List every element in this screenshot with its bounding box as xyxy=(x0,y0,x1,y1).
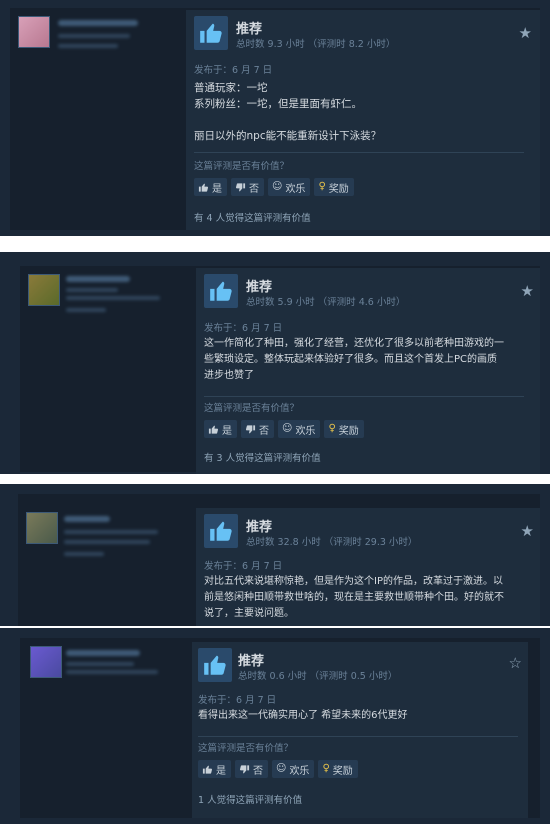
vote-buttons: 是 否 ☺ 欢乐 ♀ 奖励 xyxy=(204,420,364,438)
review-card-1: 推荐 总时数 9.3 小时 （评测时 8.2 小时） ★ 发布于：6 月 7 日… xyxy=(0,0,550,236)
reviewer-stats xyxy=(66,308,106,312)
vote-no-button[interactable]: 否 xyxy=(235,760,268,778)
review-body-panel: 推荐 总时数 0.6 小时 （评测时 0.5 小时） ☆ 发布于：6 月 7 日… xyxy=(192,642,528,818)
helpful-count: 有 3 人觉得这篇评测有价值 xyxy=(204,453,321,464)
avatar[interactable] xyxy=(18,16,50,48)
reviewer-stats xyxy=(66,662,134,666)
helpful-question: 这篇评测是否有价值？ xyxy=(198,743,294,754)
thumbs-up-icon xyxy=(208,425,219,434)
vote-funny-label: 欢乐 xyxy=(289,765,310,777)
award-label: 奖励 xyxy=(338,425,359,437)
posted-date: 发布于：6 月 7 日 xyxy=(204,323,283,334)
divider xyxy=(204,396,524,397)
thumbs-up-icon xyxy=(202,765,213,774)
review-body-panel: 推荐 总时数 32.8 小时 （评测时 29.3 小时） ★ 发布于：6 月 7… xyxy=(196,508,540,626)
award-button[interactable]: ♀ 奖励 xyxy=(314,178,354,196)
review-card-2: 推荐 总时数 5.9 小时 （评测时 4.6 小时） ★ 发布于：6 月 7 日… xyxy=(0,252,550,474)
smiley-icon: ☺ xyxy=(282,423,293,434)
playtime: 总时数 5.9 小时 （评测时 4.6 小时） xyxy=(246,297,406,308)
helpful-question: 这篇评测是否有价值？ xyxy=(194,161,290,172)
reviewer-stats xyxy=(64,540,150,544)
playtime: 总时数 0.6 小时 （评测时 0.5 小时） xyxy=(238,671,398,682)
review-body-panel: 推荐 总时数 5.9 小时 （评测时 4.6 小时） ★ 发布于：6 月 7 日… xyxy=(196,268,540,474)
posted-date: 发布于：6 月 7 日 xyxy=(194,65,273,76)
thumbs-up-icon xyxy=(198,648,232,682)
star-outline-icon[interactable]: ☆ xyxy=(509,654,522,672)
review-verdict: 推荐 xyxy=(246,280,273,295)
vote-yes-label: 是 xyxy=(212,183,222,195)
award-label: 奖励 xyxy=(328,183,349,195)
review-body-panel: 推荐 总时数 9.3 小时 （评测时 8.2 小时） ★ 发布于：6 月 7 日… xyxy=(186,10,540,230)
reviewer-stats xyxy=(64,530,158,534)
award-button[interactable]: ♀ 奖励 xyxy=(318,760,358,778)
star-icon[interactable]: ★ xyxy=(521,522,534,540)
vote-yes-label: 是 xyxy=(222,425,232,437)
reviewer-stats xyxy=(66,288,118,292)
playtime: 总时数 32.8 小时 （评测时 29.3 小时） xyxy=(246,537,418,548)
thumbs-up-icon xyxy=(204,514,238,548)
posted-date: 发布于：6 月 7 日 xyxy=(198,695,277,706)
helpful-count: 有 4 人觉得这篇评测有价值 xyxy=(194,213,311,224)
vote-funny-label: 欢乐 xyxy=(285,183,306,195)
thumbs-down-icon xyxy=(239,764,250,773)
reviewer-name[interactable] xyxy=(66,650,140,656)
review-verdict: 推荐 xyxy=(236,22,263,37)
smiley-icon: ☺ xyxy=(272,181,283,192)
reviewer-name[interactable] xyxy=(64,516,110,522)
avatar[interactable] xyxy=(28,274,60,306)
vote-no-button[interactable]: 否 xyxy=(241,420,274,438)
thumbs-up-icon xyxy=(204,274,238,308)
review-verdict: 推荐 xyxy=(246,520,273,535)
vote-funny-label: 欢乐 xyxy=(295,425,316,437)
reviewer-stats xyxy=(66,670,158,674)
thumbs-down-icon xyxy=(245,424,256,433)
reviewer-name[interactable] xyxy=(58,20,138,26)
award-icon: ♀ xyxy=(322,763,330,774)
divider xyxy=(194,152,524,153)
vote-yes-button[interactable]: 是 xyxy=(194,178,227,196)
award-label: 奖励 xyxy=(332,765,353,777)
thumbs-down-icon xyxy=(235,182,246,191)
review-text: 这一作简化了种田，强化了经营，还优化了很多以前老种田游戏的一 些繁琐设定。整体玩… xyxy=(204,338,504,381)
award-icon: ♀ xyxy=(318,181,326,192)
reviewer-stats xyxy=(58,44,118,48)
smiley-icon: ☺ xyxy=(276,763,287,774)
vote-yes-button[interactable]: 是 xyxy=(198,760,231,778)
divider xyxy=(198,736,518,737)
award-icon: ♀ xyxy=(328,423,336,434)
reviewer-name[interactable] xyxy=(66,276,130,282)
star-icon[interactable]: ★ xyxy=(521,282,534,300)
vote-buttons: 是 否 ☺ 欢乐 ♀ 奖励 xyxy=(198,760,358,778)
avatar[interactable] xyxy=(30,646,62,678)
vote-no-label: 否 xyxy=(259,425,269,437)
review-card-3: 推荐 总时数 32.8 小时 （评测时 29.3 小时） ★ 发布于：6 月 7… xyxy=(0,484,550,626)
reviewer-stats xyxy=(58,34,130,38)
reviewer-stats xyxy=(64,552,104,556)
award-button[interactable]: ♀ 奖励 xyxy=(324,420,364,438)
playtime: 总时数 9.3 小时 （评测时 8.2 小时） xyxy=(236,39,396,50)
thumbs-up-icon xyxy=(198,183,209,192)
review-verdict: 推荐 xyxy=(238,654,265,669)
avatar[interactable] xyxy=(26,512,58,544)
vote-no-label: 否 xyxy=(253,765,263,777)
review-text: 看得出来这一代确实用心了 希望未来的6代更好 xyxy=(198,710,408,721)
vote-funny-button[interactable]: ☺ 欢乐 xyxy=(278,420,321,438)
helpful-question: 这篇评测是否有价值？ xyxy=(204,403,300,414)
review-text: 对比五代来说堪称惊艳，但是作为这个IP的作品，改革过于激进。以 前是悠闲种田顺带… xyxy=(204,576,504,619)
thumbs-up-icon xyxy=(194,16,228,50)
vote-no-button[interactable]: 否 xyxy=(231,178,264,196)
review-text: 普通玩家：一坨 系列粉丝：一坨，但是里面有虾仁。 丽日以外的npc能不能重新设计… xyxy=(194,82,382,142)
vote-funny-button[interactable]: ☺ 欢乐 xyxy=(272,760,315,778)
vote-yes-label: 是 xyxy=(216,765,226,777)
vote-buttons: 是 否 ☺ 欢乐 ♀ 奖励 xyxy=(194,178,354,196)
vote-funny-button[interactable]: ☺ 欢乐 xyxy=(268,178,311,196)
vote-yes-button[interactable]: 是 xyxy=(204,420,237,438)
vote-no-label: 否 xyxy=(249,183,259,195)
posted-date: 发布于：6 月 7 日 xyxy=(204,561,283,572)
reviewer-stats xyxy=(66,296,160,300)
review-card-4: 推荐 总时数 0.6 小时 （评测时 0.5 小时） ☆ 发布于：6 月 7 日… xyxy=(0,628,550,824)
helpful-count: 1 人觉得这篇评测有价值 xyxy=(198,795,303,806)
star-icon[interactable]: ★ xyxy=(519,24,532,42)
